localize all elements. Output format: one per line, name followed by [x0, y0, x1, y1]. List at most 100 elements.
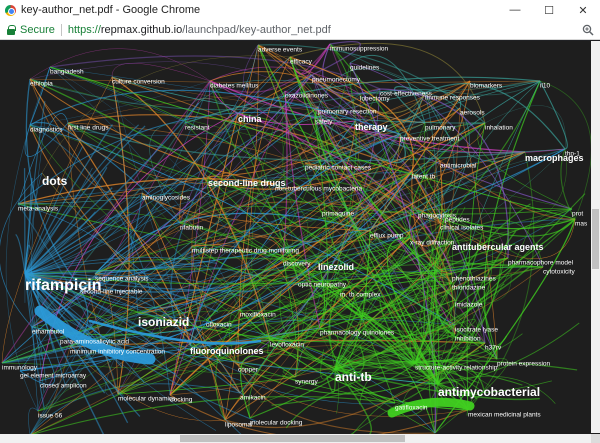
network-label: rifabutin [180, 225, 204, 232]
network-label: antimycobacterial [438, 385, 540, 399]
lock-icon[interactable] [6, 24, 16, 35]
network-label: macrophages [525, 153, 584, 163]
network-label: h37rv [485, 345, 502, 352]
network-label: non-tuberculous mycobacteria [275, 186, 362, 193]
address-bar[interactable]: Secure https:// repmax.github.io /launch… [0, 20, 600, 40]
network-label: fluoroquinolones [190, 346, 264, 356]
network-label: oxazolidinones [285, 93, 329, 100]
network-label: ofloxacin [206, 322, 232, 329]
network-label: pneumonectomy [312, 77, 361, 84]
network-label: il10 [540, 83, 551, 90]
network-label: amikacin [240, 395, 266, 402]
network-edge [483, 80, 541, 360]
network-label: isoniazid [138, 315, 189, 329]
network-label: minimum inhibitory concentration [70, 349, 165, 356]
network-label: diagnostics [30, 127, 63, 134]
network-label: moxifloxacin [240, 312, 276, 319]
network-label: peptides [445, 217, 470, 224]
network-label: molecular dynamics [118, 396, 176, 403]
network-label: inhibition [455, 336, 481, 343]
network-label: aerosols [460, 110, 485, 117]
window-title: key-author_net.pdf - Google Chrome [21, 4, 201, 16]
network-label: liposomal [225, 422, 253, 429]
network-label: linezolid [318, 262, 354, 272]
maximize-button[interactable]: ☐ [532, 0, 566, 20]
network-label: immunology [2, 365, 38, 372]
network-label: m. tb complex [340, 292, 381, 299]
network-label: ethiopia [30, 81, 53, 88]
network-label: antimicrobial [440, 163, 477, 170]
network-label: prot [572, 211, 583, 218]
network-label: discovery [283, 261, 311, 268]
network-label: preventive treatment [400, 136, 459, 143]
network-label: second-line injectable [80, 289, 143, 296]
network-label: inhalation [485, 125, 513, 132]
network-label: clinical isolates [440, 225, 484, 232]
horizontal-scrollbar[interactable] [0, 434, 591, 443]
network-label: sequence analysis [95, 276, 149, 283]
network-label: efficacy [290, 59, 313, 66]
network-edge [539, 80, 568, 150]
network-label: primaquine [322, 211, 355, 218]
vertical-scroll-thumb[interactable] [592, 209, 599, 269]
network-label: biomarkers [470, 83, 503, 90]
network-label: optic neuropathy [298, 282, 347, 289]
network-label: meta-analysis [18, 206, 59, 213]
network-edge [15, 233, 26, 275]
network-label: anti-tb [335, 370, 372, 384]
network-label: ethambutol [32, 329, 65, 336]
network-label: efflux pump [370, 233, 404, 240]
network-graph: adverse events immunosuppression efficacy g… [0, 41, 592, 443]
network-label: second-line drugs [208, 178, 286, 188]
network-label: imidazole [455, 302, 483, 309]
network-label: immunosuppression [330, 46, 389, 53]
network-label: culture conversion [112, 79, 165, 86]
network-label: copper [238, 367, 259, 374]
network-label: antitubercular agents [452, 242, 544, 252]
network-label: cytotoxicity [543, 269, 576, 276]
network-label: dots [42, 174, 68, 188]
network-label: issue 56 [38, 413, 63, 420]
pdf-viewport[interactable]: adverse events immunosuppression efficacy g… [0, 41, 600, 443]
network-label: isocitrate lyase [455, 327, 498, 334]
network-label: resistant [185, 125, 210, 132]
window-controls: — ☐ ✕ [498, 0, 600, 20]
url-path[interactable]: /launchpad/key-author_net.pdf [182, 24, 331, 36]
network-label: multistep therapeutic drug monitoring [192, 248, 299, 255]
minimize-button[interactable]: — [498, 0, 532, 20]
network-label: lobectomy [360, 96, 390, 103]
network-label: first line drugs [68, 125, 109, 132]
network-label: docking [170, 397, 193, 404]
network-label: gatifloxacin [395, 405, 428, 412]
scrollbar-corner [591, 434, 600, 443]
network-label: closed amplicon [40, 383, 87, 390]
network-label: para-aminosalicylic acid [60, 339, 129, 346]
horizontal-scroll-thumb[interactable] [180, 435, 405, 442]
network-label: pharmacophore model [508, 260, 574, 267]
window-title-bar: key-author_net.pdf - Google Chrome — ☐ ✕ [0, 0, 600, 20]
chrome-icon [5, 4, 16, 16]
magnifier-zoom-icon[interactable] [582, 24, 594, 36]
network-label: pediatric contact cases [305, 165, 372, 172]
network-label: aminoglycosides [142, 195, 191, 202]
network-label: pulmonary resection [318, 109, 377, 116]
network-label: bangladesh [50, 69, 84, 76]
network-label: protein expression [497, 361, 550, 368]
network-label: x-ray diffraction [410, 240, 455, 247]
network-label: china [238, 114, 263, 124]
url-scheme[interactable]: https:// [68, 24, 101, 36]
network-label: adverse events [258, 47, 303, 54]
network-label: structure-activity relationship [415, 365, 498, 372]
network-label: pulmonary [425, 125, 456, 132]
network-label: latent tb [412, 174, 436, 181]
network-label: diabetes mellitus [210, 83, 259, 90]
network-label: therapy [355, 122, 388, 132]
network-label: guidelines [350, 65, 380, 72]
network-edge [29, 383, 241, 436]
close-button[interactable]: ✕ [566, 0, 600, 20]
url-host[interactable]: repmax.github.io [101, 24, 182, 36]
vertical-scrollbar[interactable] [591, 41, 600, 433]
network-label: synergy [295, 379, 319, 386]
secure-label[interactable]: Secure [20, 24, 55, 36]
network-label: levofloxacin [270, 342, 304, 349]
